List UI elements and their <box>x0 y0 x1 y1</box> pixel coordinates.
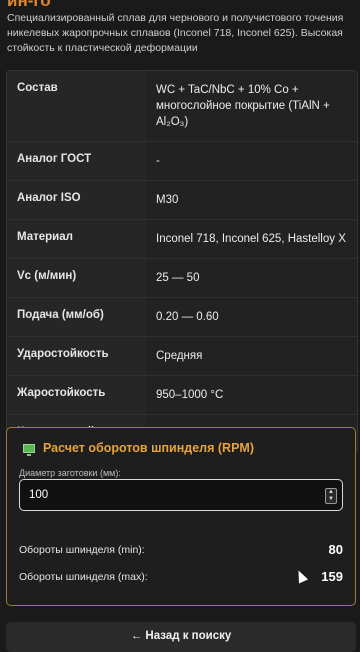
spec-label-impact: Ударостойкость <box>7 337 146 375</box>
spec-label-material: Материал <box>7 220 146 258</box>
table-row: Материал Inconel 718, Inconel 625, Haste… <box>7 219 357 258</box>
rpm-min-value: 80 <box>328 542 343 557</box>
alloy-description: Специализированный сплав для чернового и… <box>7 12 344 54</box>
spec-label-feed: Подача (мм/об) <box>7 298 146 336</box>
table-row: Аналог ISO M30 <box>7 180 357 219</box>
rpm-min-label: Обороты шпинделя (min): <box>19 544 145 556</box>
rpm-title: Расчет оборотов шпинделя (RPM) <box>23 441 254 456</box>
spec-value-feed: 0.20 — 0.60 <box>156 311 219 323</box>
diameter-label: Диаметр заготовки (мм): <box>19 468 121 478</box>
stepper-up-icon[interactable]: ▲ <box>326 489 336 496</box>
spec-label-gost: Аналог ГОСТ <box>7 142 146 180</box>
spec-value-iso: M30 <box>156 194 179 206</box>
table-row: Подача (мм/об) 0.20 — 0.60 <box>7 297 357 336</box>
spec-label-iso: Аналог ISO <box>7 181 146 219</box>
spec-value-gost: - <box>156 155 160 167</box>
table-row: Vc (м/мин) 25 — 50 <box>7 258 357 297</box>
table-row: Аналог ГОСТ - <box>7 141 357 180</box>
spec-label-composition: Состав <box>7 71 146 141</box>
stepper-down-icon[interactable]: ▼ <box>326 496 336 503</box>
spec-table: Состав WC + TaC/NbC + 10% Co + многослой… <box>6 70 358 454</box>
rpm-title-text: Расчет оборотов шпинделя (RPM) <box>43 441 254 455</box>
diameter-stepper[interactable]: ▲ ▼ <box>325 488 337 504</box>
spec-value-vc: 25 — 50 <box>156 272 200 284</box>
spec-value-heat: 950–1000 °C <box>156 389 224 401</box>
rpm-max-label: Обороты шпинделя (max): <box>19 571 148 583</box>
spec-value-impact: Средняя <box>156 350 203 362</box>
spec-label-heat: Жаростойкость <box>7 376 146 414</box>
spec-value-composition: WC + TaC/NbC + 10% Co + многослойное пок… <box>156 84 330 128</box>
spec-value-material: Inconel 718, Inconel 625, Hastelloy X <box>156 233 346 245</box>
table-row: Жаростойкость 950–1000 °C <box>7 375 357 414</box>
spec-label-vc: Vc (м/мин) <box>7 259 146 297</box>
back-to-search-button[interactable]: ← Назад к поиску <box>6 622 356 652</box>
table-row: Состав WC + TaC/NbC + 10% Co + многослой… <box>7 71 357 141</box>
diameter-input[interactable] <box>19 479 343 511</box>
monitor-icon <box>23 443 35 456</box>
rpm-max-value: 159 <box>321 569 343 584</box>
page-title: ин-го <box>7 0 51 10</box>
table-row: Ударостойкость Средняя <box>7 336 357 375</box>
